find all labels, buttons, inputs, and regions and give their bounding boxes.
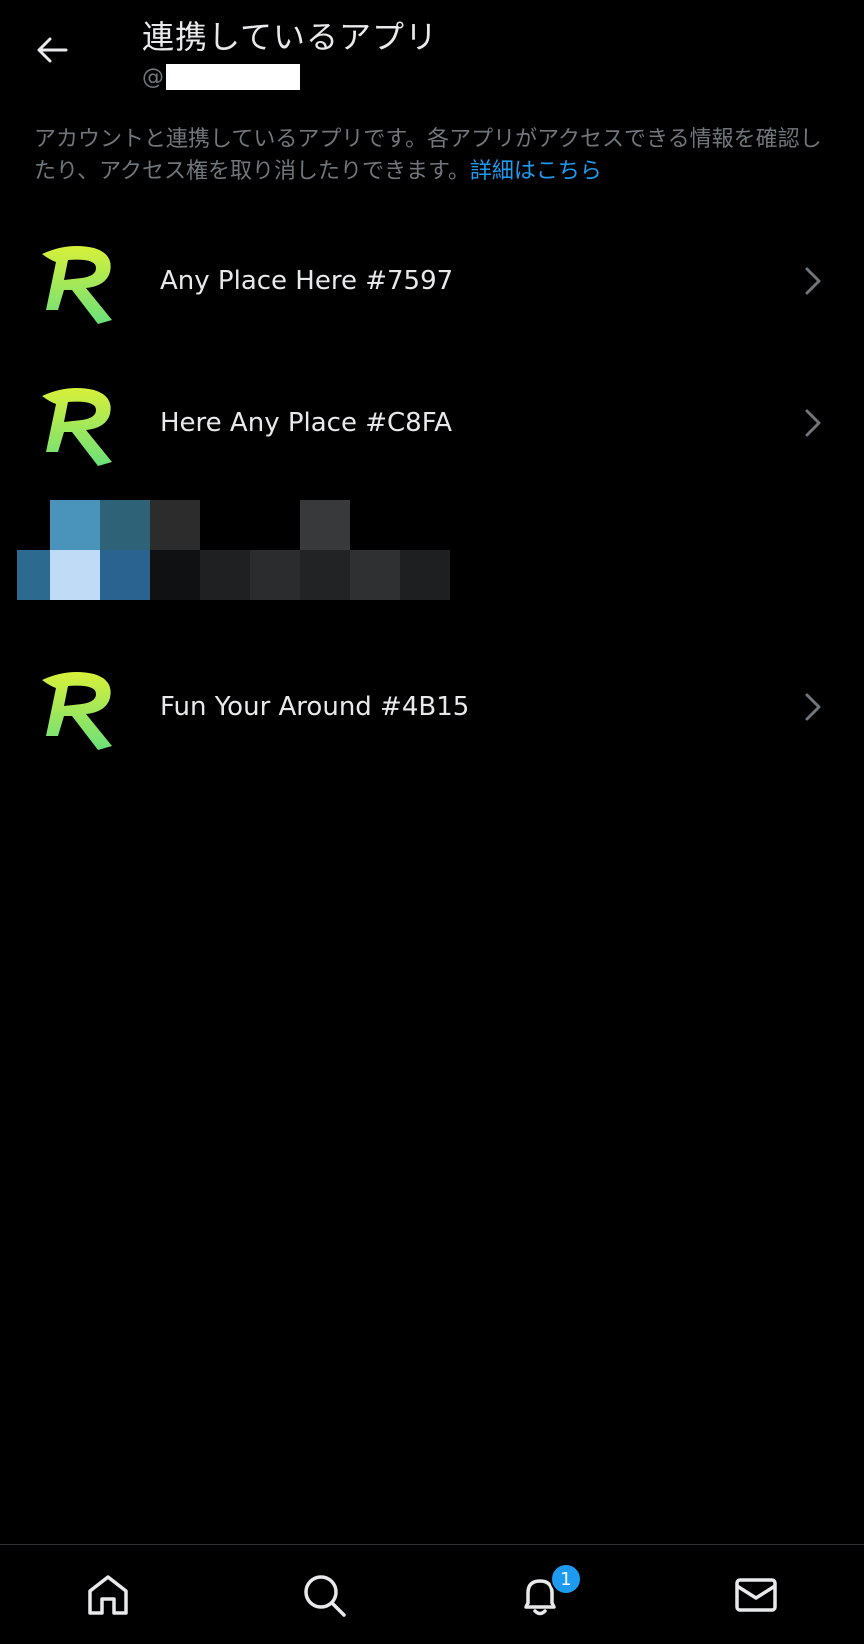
app-name: Fun Your Around #4B15 (160, 692, 470, 722)
redacted-handle (166, 64, 300, 90)
description-text: アカウントと連携しているアプリです。各アプリがアクセスできる情報を確認したり、ア… (34, 127, 822, 184)
app-name: Here Any Place #C8FA (160, 408, 453, 438)
back-button[interactable] (30, 28, 74, 72)
arrow-left-icon (37, 37, 68, 63)
description: アカウントと連携しているアプリです。各アプリがアクセスできる情報を確認したり、ア… (34, 124, 834, 188)
connected-app-row[interactable]: Here Any Place #C8FA (0, 364, 864, 482)
nav-home[interactable] (0, 1545, 216, 1644)
handle-prefix: @ (142, 64, 164, 90)
app-name: Any Place Here #7597 (160, 266, 454, 296)
search-icon (304, 1575, 346, 1617)
page-title: 連携しているアプリ (142, 18, 439, 56)
chevron-right-icon (805, 693, 821, 721)
connected-app-row[interactable]: Fun Your Around #4B15 (0, 648, 864, 766)
top-app-bar: 連携しているアプリ @ (0, 0, 864, 110)
bottom-navigation: 1 (0, 1544, 864, 1644)
nav-notifications[interactable]: 1 (432, 1545, 648, 1644)
nav-messages[interactable] (648, 1545, 864, 1644)
mail-icon (735, 1578, 777, 1612)
redacted-app-row (0, 500, 864, 600)
app-r-logo-icon (42, 672, 112, 750)
home-icon (88, 1575, 128, 1615)
account-handle: @ (142, 64, 300, 90)
chevron-right-icon (805, 409, 821, 437)
learn-more-link[interactable]: 詳細はこちら (470, 159, 602, 184)
app-r-logo-icon (42, 246, 112, 324)
connected-app-row[interactable]: Any Place Here #7597 (0, 222, 864, 340)
app-r-logo-icon (42, 388, 112, 466)
nav-search[interactable] (216, 1545, 432, 1644)
chevron-right-icon (805, 267, 821, 295)
notification-badge: 1 (550, 1563, 582, 1595)
